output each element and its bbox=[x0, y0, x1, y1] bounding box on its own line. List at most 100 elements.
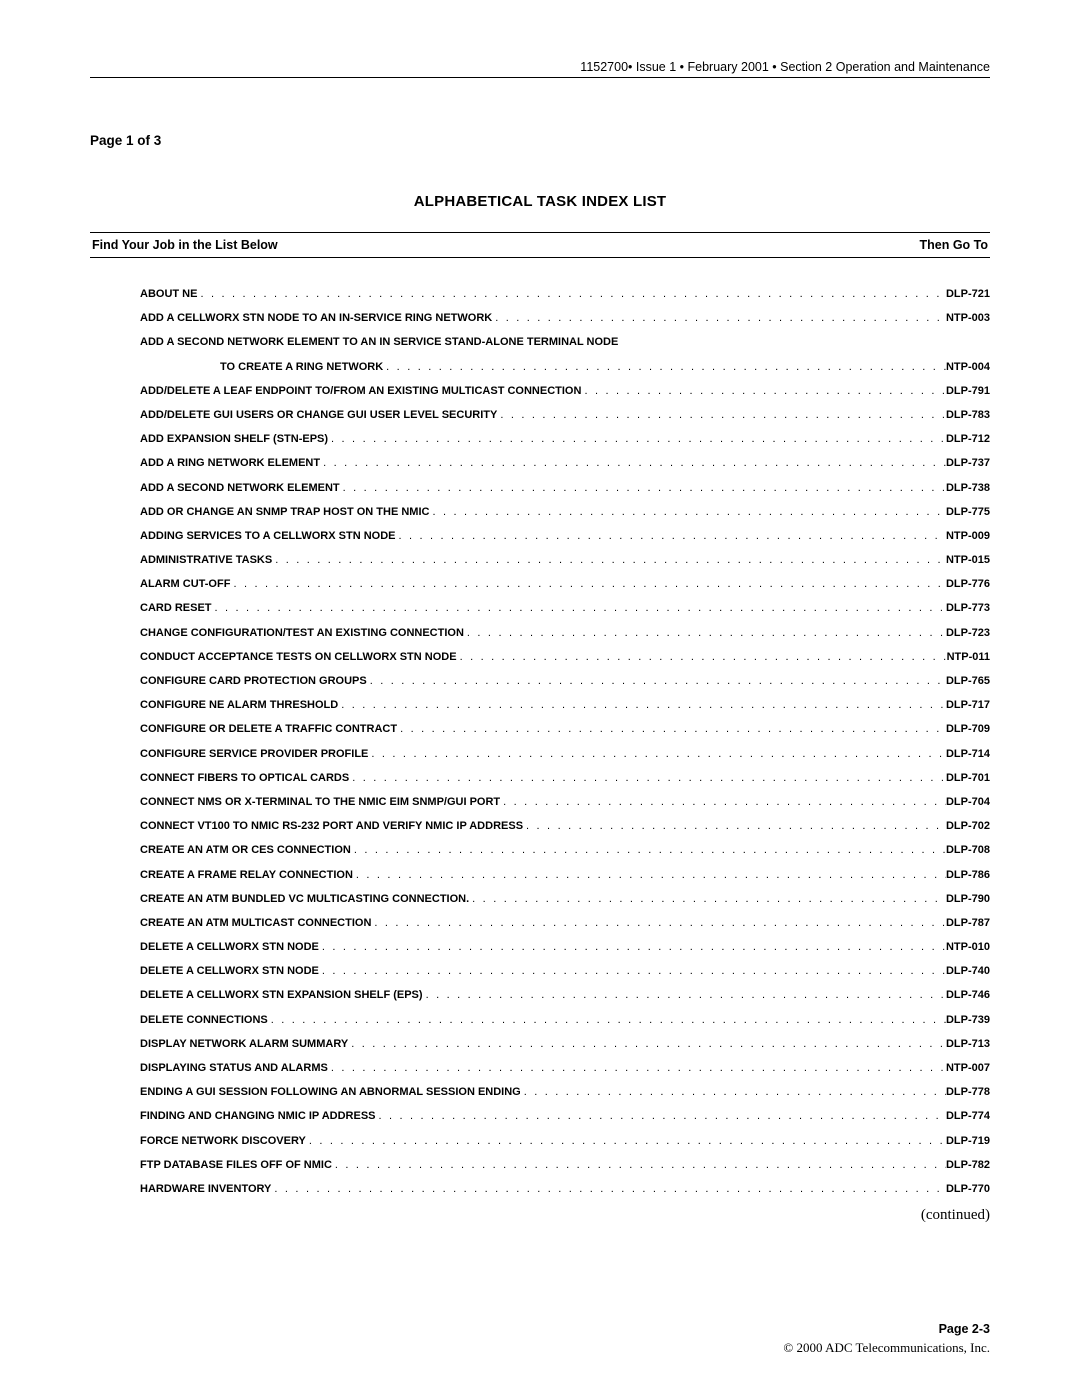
index-entry: CREATE AN ATM OR CES CONNECTION . . . . … bbox=[140, 844, 990, 857]
entry-task: ADD A SECOND NETWORK ELEMENT bbox=[140, 482, 340, 495]
entry-task: CONNECT FIBERS TO OPTICAL CARDS bbox=[140, 772, 349, 785]
index-entry: ADD A CELLWORX STN NODE TO AN IN-SERVICE… bbox=[140, 312, 990, 325]
entry-task: ADD EXPANSION SHELF (STN-EPS) bbox=[140, 433, 328, 446]
entry-task: TO CREATE A RING NETWORK bbox=[140, 361, 383, 374]
entry-reference: DLP-737 bbox=[946, 457, 990, 470]
entry-leader-dots: . . . . . . . . . . . . . . . . . . . . … bbox=[497, 409, 946, 422]
entry-reference: DLP-740 bbox=[946, 965, 990, 978]
entry-leader-dots: . . . . . . . . . . . . . . . . . . . . … bbox=[306, 1135, 946, 1148]
entry-leader-dots: . . . . . . . . . . . . . . . . . . . . … bbox=[272, 554, 946, 567]
document-title: ALPHABETICAL TASK INDEX LIST bbox=[90, 193, 990, 210]
entry-task: CONFIGURE CARD PROTECTION GROUPS bbox=[140, 675, 367, 688]
entry-reference: NTP-003 bbox=[946, 312, 990, 325]
entry-task: CONFIGURE OR DELETE A TRAFFIC CONTRACT bbox=[140, 723, 397, 736]
index-entry: CONFIGURE CARD PROTECTION GROUPS . . . .… bbox=[140, 675, 990, 688]
entry-task: FTP DATABASE FILES OFF OF NMIC bbox=[140, 1159, 332, 1172]
index-entries: ABOUT NE . . . . . . . . . . . . . . . .… bbox=[140, 288, 990, 1196]
entry-task: FORCE NETWORK DISCOVERY bbox=[140, 1135, 306, 1148]
entry-leader-dots: . . . . . . . . . . . . . . . . . . . . … bbox=[353, 869, 946, 882]
index-entry: FINDING AND CHANGING NMIC IP ADDRESS . .… bbox=[140, 1110, 990, 1123]
entry-task: ADD A RING NETWORK ELEMENT bbox=[140, 457, 320, 470]
entry-reference: DLP-709 bbox=[946, 723, 990, 736]
entry-task: ENDING A GUI SESSION FOLLOWING AN ABNORM… bbox=[140, 1086, 521, 1099]
entry-reference: DLP-712 bbox=[946, 433, 990, 446]
entry-task: ADD A CELLWORX STN NODE TO AN IN-SERVICE… bbox=[140, 312, 492, 325]
index-entry: DELETE A CELLWORX STN NODE . . . . . . .… bbox=[140, 965, 990, 978]
footer: Page 2-3 © 2000 ADC Telecommunications, … bbox=[783, 1321, 990, 1357]
entry-task: CONFIGURE SERVICE PROVIDER PROFILE bbox=[140, 748, 368, 761]
entry-task: ADDING SERVICES TO A CELLWORX STN NODE bbox=[140, 530, 395, 543]
entry-reference: DLP-774 bbox=[946, 1110, 990, 1123]
entry-leader-dots: . . . . . . . . . . . . . . . . . . . . … bbox=[469, 893, 946, 906]
entry-leader-dots: . . . . . . . . . . . . . . . . . . . . … bbox=[328, 1062, 946, 1075]
entry-task: ABOUT NE bbox=[140, 288, 197, 301]
entry-reference: DLP-714 bbox=[946, 748, 990, 761]
entry-leader-dots: . . . . . . . . . . . . . . . . . . . . … bbox=[581, 385, 946, 398]
entry-reference: DLP-773 bbox=[946, 602, 990, 615]
entry-reference: NTP-010 bbox=[946, 941, 990, 954]
entry-reference: NTP-009 bbox=[946, 530, 990, 543]
entry-task: DISPLAY NETWORK ALARM SUMMARY bbox=[140, 1038, 348, 1051]
entry-leader-dots: . . . . . . . . . . . . . . . . . . . . … bbox=[197, 288, 946, 301]
entry-reference: NTP-007 bbox=[946, 1062, 990, 1075]
entry-reference: DLP-738 bbox=[946, 482, 990, 495]
entry-reference: DLP-776 bbox=[946, 578, 990, 591]
entry-task: CONDUCT ACCEPTANCE TESTS ON CELLWORX STN… bbox=[140, 651, 457, 664]
entry-leader-dots: . . . . . . . . . . . . . . . . . . . . … bbox=[523, 820, 946, 833]
entry-leader-dots: . . . . . . . . . . . . . . . . . . . . … bbox=[429, 506, 945, 519]
entry-leader-dots: . . . . . . . . . . . . . . . . . . . . … bbox=[319, 941, 946, 954]
index-entry: ALARM CUT-OFF . . . . . . . . . . . . . … bbox=[140, 578, 990, 591]
entry-task: DISPLAYING STATUS AND ALARMS bbox=[140, 1062, 328, 1075]
entry-reference: DLP-723 bbox=[946, 627, 990, 640]
entry-task: ADD OR CHANGE AN SNMP TRAP HOST ON THE N… bbox=[140, 506, 429, 519]
entry-leader-dots: . . . . . . . . . . . . . . . . . . . . … bbox=[348, 1038, 946, 1051]
entry-leader-dots: . . . . . . . . . . . . . . . . . . . . … bbox=[397, 723, 946, 736]
entry-reference: NTP-011 bbox=[947, 651, 990, 664]
index-entry: DELETE A CELLWORX STN EXPANSION SHELF (E… bbox=[140, 989, 990, 1002]
subpage-label: Page 1 of 3 bbox=[90, 133, 990, 148]
entry-leader-dots: . . . . . . . . . . . . . . . . . . . . … bbox=[328, 433, 946, 446]
entry-task: CREATE AN ATM MULTICAST CONNECTION bbox=[140, 917, 371, 930]
entry-reference: DLP-719 bbox=[946, 1135, 990, 1148]
columns-left-label: Find Your Job in the List Below bbox=[92, 238, 278, 252]
footer-copyright: © 2000 ADC Telecommunications, Inc. bbox=[783, 1339, 990, 1357]
entry-leader-dots: . . . . . . . . . . . . . . . . . . . . … bbox=[268, 1014, 946, 1027]
index-entry: ADD/DELETE GUI USERS OR CHANGE GUI USER … bbox=[140, 409, 990, 422]
entry-reference: NTP-004 bbox=[946, 361, 990, 374]
entry-reference: DLP-787 bbox=[946, 917, 990, 930]
footer-page-number: Page 2-3 bbox=[783, 1321, 990, 1339]
index-entry: FORCE NETWORK DISCOVERY . . . . . . . . … bbox=[140, 1135, 990, 1148]
entry-leader-dots: . . . . . . . . . . . . . . . . . . . . … bbox=[500, 796, 946, 809]
index-entry: CONNECT NMS OR X-TERMINAL TO THE NMIC EI… bbox=[140, 796, 990, 809]
index-entry: DELETE CONNECTIONS . . . . . . . . . . .… bbox=[140, 1014, 990, 1027]
index-entry: ENDING A GUI SESSION FOLLOWING AN ABNORM… bbox=[140, 1086, 990, 1099]
entry-leader-dots: . . . . . . . . . . . . . . . . . . . . … bbox=[457, 651, 947, 664]
columns-right-label: Then Go To bbox=[919, 238, 988, 252]
header-line: 1152700• Issue 1 • February 2001 • Secti… bbox=[90, 60, 990, 78]
entry-reference: DLP-765 bbox=[946, 675, 990, 688]
index-entry: TO CREATE A RING NETWORK . . . . . . . .… bbox=[140, 361, 990, 374]
entry-leader-dots: . . . . . . . . . . . . . . . . . . . . … bbox=[423, 989, 946, 1002]
entry-leader-dots: . . . . . . . . . . . . . . . . . . . . … bbox=[492, 312, 946, 325]
entry-reference: DLP-791 bbox=[946, 385, 990, 398]
index-entry: CONFIGURE SERVICE PROVIDER PROFILE . . .… bbox=[140, 748, 990, 761]
index-entry: ADD A SECOND NETWORK ELEMENT TO AN IN SE… bbox=[140, 336, 990, 349]
entry-leader-dots: . . . . . . . . . . . . . . . . . . . . … bbox=[521, 1086, 946, 1099]
index-entry: DELETE A CELLWORX STN NODE . . . . . . .… bbox=[140, 941, 990, 954]
entry-leader-dots: . . . . . . . . . . . . . . . . . . . . … bbox=[230, 578, 946, 591]
entry-task: HARDWARE INVENTORY bbox=[140, 1183, 271, 1196]
entry-leader-dots: . . . . . . . . . . . . . . . . . . . . … bbox=[351, 844, 946, 857]
entry-task: ADD/DELETE A LEAF ENDPOINT TO/FROM AN EX… bbox=[140, 385, 581, 398]
entry-leader-dots: . . . . . . . . . . . . . . . . . . . . … bbox=[368, 748, 946, 761]
entry-reference: DLP-786 bbox=[946, 869, 990, 882]
entry-leader-dots: . . . . . . . . . . . . . . . . . . . . … bbox=[271, 1183, 946, 1196]
entry-task: CREATE AN ATM OR CES CONNECTION bbox=[140, 844, 351, 857]
index-entry: ADD/DELETE A LEAF ENDPOINT TO/FROM AN EX… bbox=[140, 385, 990, 398]
entry-task: DELETE A CELLWORX STN EXPANSION SHELF (E… bbox=[140, 989, 423, 1002]
entry-leader-dots: . . . . . . . . . . . . . . . . . . . . … bbox=[212, 602, 946, 615]
header-text: 1152700• Issue 1 • February 2001 • Secti… bbox=[580, 60, 990, 74]
index-entry: CONNECT VT100 TO NMIC RS-232 PORT AND VE… bbox=[140, 820, 990, 833]
entry-reference: DLP-775 bbox=[946, 506, 990, 519]
entry-leader-dots: . . . . . . . . . . . . . . . . . . . . … bbox=[367, 675, 946, 688]
entry-reference: DLP-770 bbox=[946, 1183, 990, 1196]
